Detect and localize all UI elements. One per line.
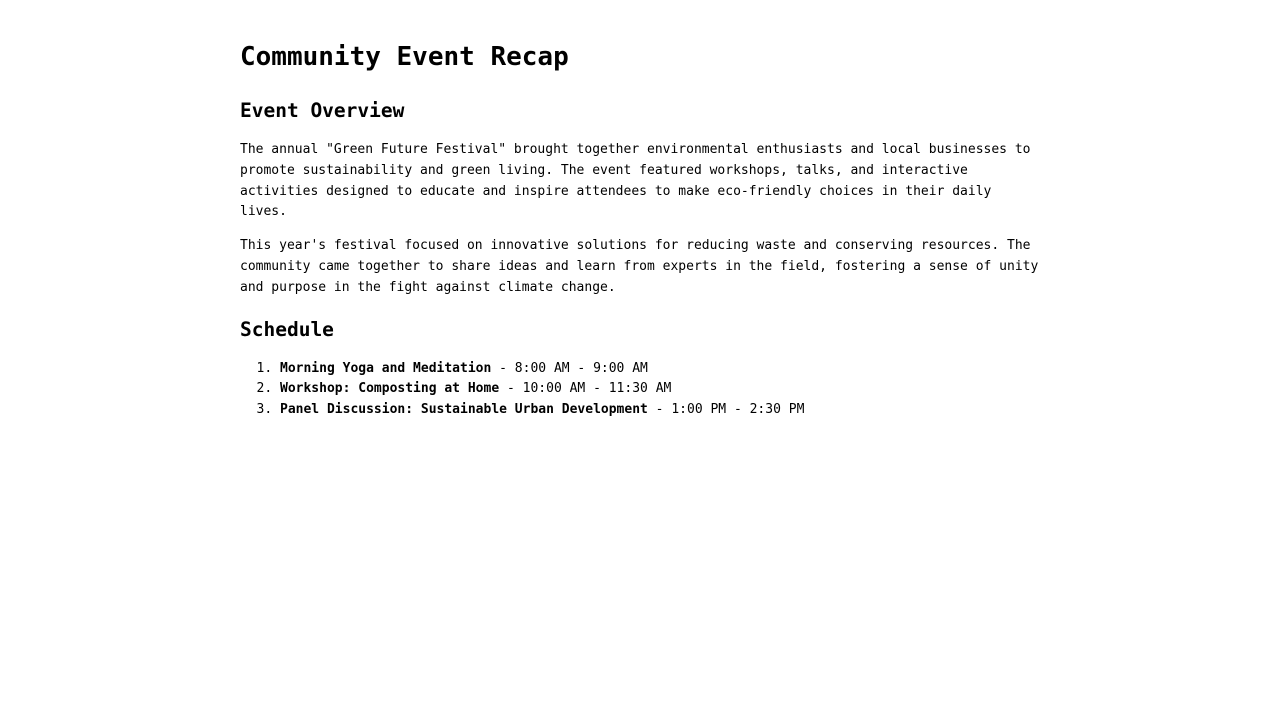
schedule-item: Workshop: Composting at Home - 10:00 AM … [280,379,1040,400]
section-heading-overview: Event Overview [240,99,405,122]
schedule-item: Panel Discussion: Sustainable Urban Deve… [280,400,1040,421]
schedule-item: Morning Yoga and Meditation - 8:00 AM - … [280,359,1040,380]
overview-paragraph: This year's festival focused on innovati… [240,238,1039,295]
schedule-item-name: Morning Yoga and Meditation [280,360,492,376]
schedule-item-time: - 1:00 PM - 2:30 PM [647,401,805,417]
schedule-item-name: Panel Discussion: Sustainable Urban Deve… [280,401,648,417]
section-heading-schedule: Schedule [240,317,334,341]
schedule-item-name: Workshop: Composting at Home [280,381,500,397]
schedule-list: Morning Yoga and Meditation - 8:00 AM - … [240,359,1040,421]
page-title: Community Event Recap [240,42,569,72]
overview-paragraph: The annual "Green Future Festival" broug… [240,142,1031,220]
schedule-item-time: - 10:00 AM - 11:30 AM [499,381,672,397]
document: Community Event Recap Event Overview The… [240,0,1040,420]
schedule-item-time: - 8:00 AM - 9:00 AM [491,360,648,376]
